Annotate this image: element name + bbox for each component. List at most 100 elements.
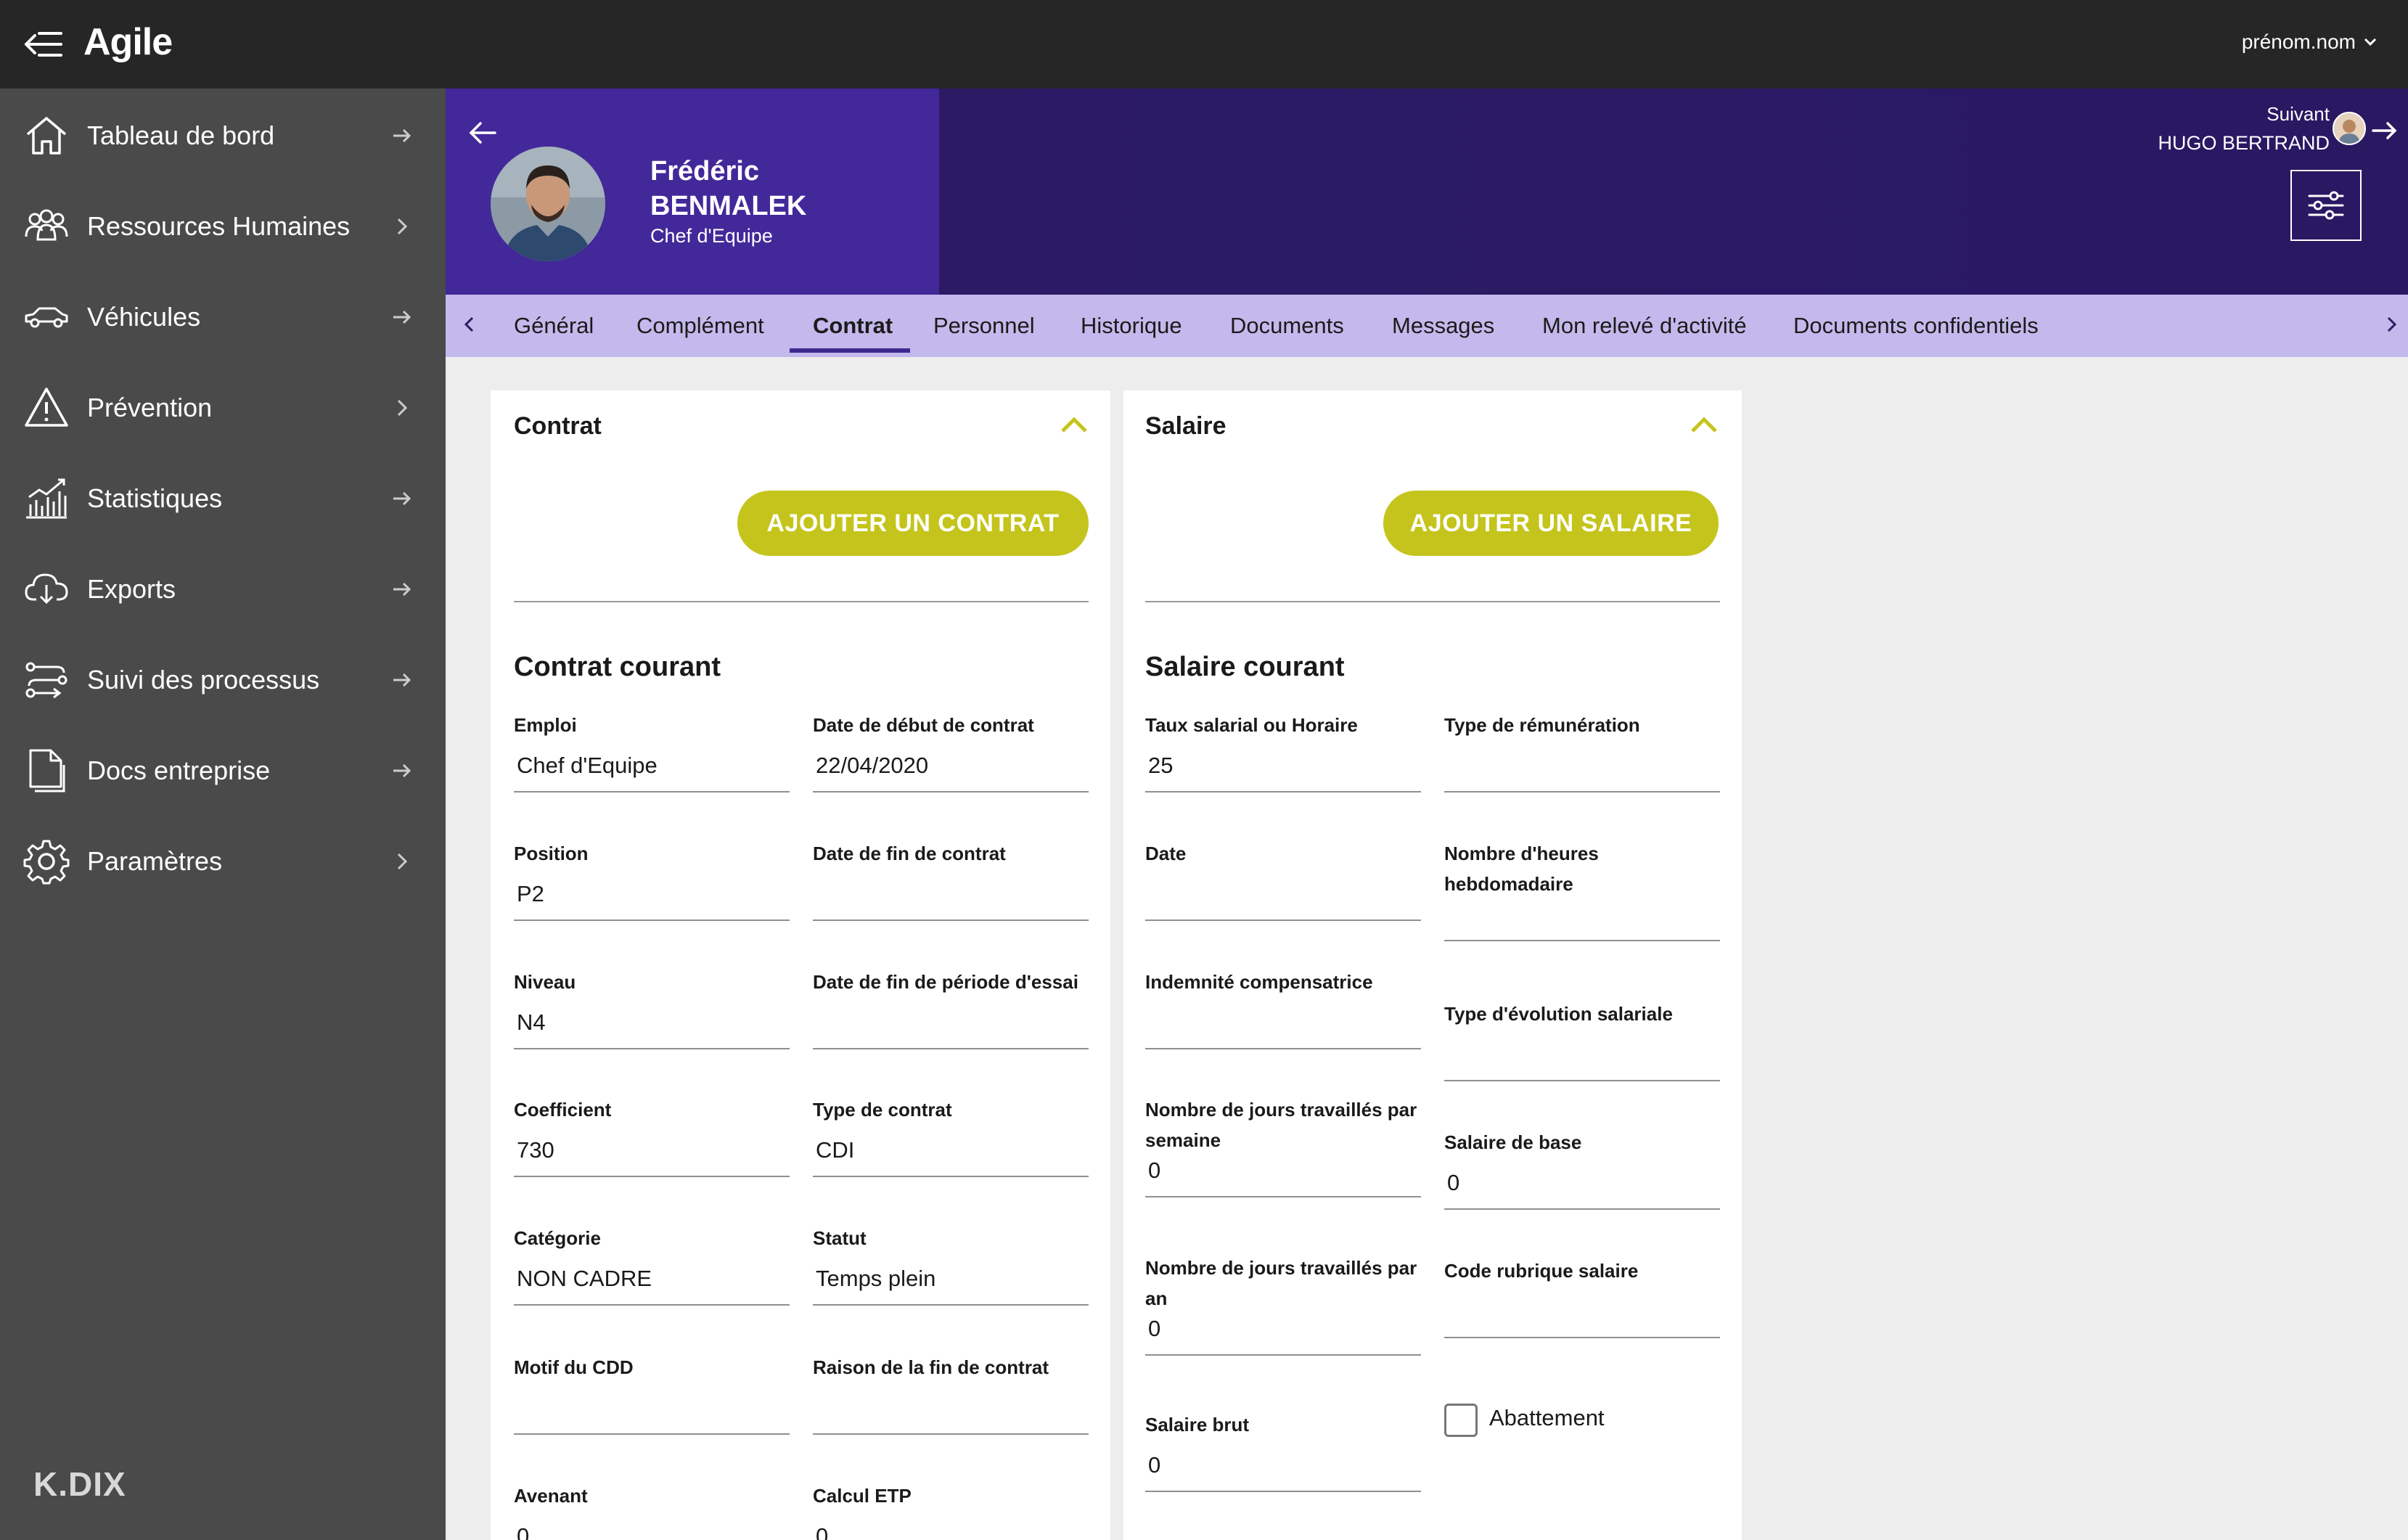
field-underline xyxy=(813,1176,1089,1177)
abattement-checkbox[interactable] xyxy=(1444,1404,1478,1437)
field-indemnite-compensatrice[interactable]: Indemnité compensatrice xyxy=(1145,967,1421,1049)
field-underline xyxy=(813,920,1089,921)
field-label: Taux salarial ou Horaire xyxy=(1145,714,1358,736)
tabs-scroll-right-icon[interactable] xyxy=(2380,314,2402,335)
field-categorie[interactable]: Catégorie NON CADRE xyxy=(514,1223,790,1306)
field-emploi[interactable]: Emploi Chef d'Equipe xyxy=(514,710,790,792)
field-underline xyxy=(514,1048,790,1049)
field-value xyxy=(1444,899,1720,930)
field-value xyxy=(813,1007,1089,1038)
field-position[interactable]: Position P2 xyxy=(514,838,790,921)
tab-general[interactable]: Général xyxy=(514,295,594,357)
field-raison-fin-contrat[interactable]: Raison de la fin de contrat xyxy=(813,1352,1089,1435)
tab-documents-confidentiels[interactable]: Documents confidentiels xyxy=(1793,295,2039,357)
field-label: Type d'évolution salariale xyxy=(1444,1003,1673,1025)
sidebar-item-tableau-de-bord[interactable]: Tableau de bord xyxy=(0,96,446,176)
field-motif-cdd[interactable]: Motif du CDD xyxy=(514,1352,790,1435)
field-label: Nombre de jours travaillés par semaine xyxy=(1145,1099,1417,1151)
sidebar-item-prevention[interactable]: Prévention xyxy=(0,368,446,448)
sidebar-item-docs-entreprise[interactable]: Docs entreprise xyxy=(0,731,446,811)
tab-messages[interactable]: Messages xyxy=(1392,295,1494,357)
divider xyxy=(514,601,1089,602)
sidebar-item-label: Suivi des processus xyxy=(87,665,320,695)
chevron-up-icon[interactable] xyxy=(1688,412,1720,438)
contrat-card: Contrat AJOUTER UN CONTRAT Contrat coura… xyxy=(491,390,1110,1540)
top-bar: Agile prénom.nom xyxy=(0,0,2408,89)
sidebar-item-label: Prévention xyxy=(87,393,213,422)
field-type-contrat[interactable]: Type de contrat CDI xyxy=(813,1094,1089,1177)
tabs-scroll-left-icon[interactable] xyxy=(459,314,480,335)
sidebar: Tableau de bord Ressources Humaines Véhi… xyxy=(0,89,446,1540)
field-label: Calcul ETP xyxy=(813,1485,912,1507)
field-calcul-etp[interactable]: Calcul ETP 0 xyxy=(813,1480,1089,1540)
user-menu[interactable]: prénom.nom xyxy=(2242,30,2378,54)
field-jours-an[interactable]: Nombre de jours travaillés par an 0 xyxy=(1145,1253,1421,1356)
field-date-debut[interactable]: Date de début de contrat 22/04/2020 xyxy=(813,710,1089,792)
field-value xyxy=(813,879,1089,909)
field-underline xyxy=(1145,1491,1421,1492)
field-avenant[interactable]: Avenant 0 xyxy=(514,1480,790,1540)
field-salaire-base[interactable]: Salaire de base 0 xyxy=(1444,1127,1720,1210)
sidebar-item-parametres[interactable]: Paramètres xyxy=(0,822,446,901)
chevron-down-icon xyxy=(2364,38,2377,46)
field-date-fin[interactable]: Date de fin de contrat xyxy=(813,838,1089,921)
field-type-remuneration[interactable]: Type de rémunération xyxy=(1444,710,1720,792)
sidebar-item-label: Tableau de bord xyxy=(87,120,275,150)
field-value xyxy=(1444,750,1720,781)
chart-icon xyxy=(26,478,67,519)
field-value xyxy=(1444,1039,1720,1070)
field-heures-hebdomadaire[interactable]: Nombre d'heures hebdomadaire xyxy=(1444,838,1720,941)
sidebar-item-statistiques[interactable]: Statistiques xyxy=(0,459,446,538)
field-underline xyxy=(514,791,790,792)
field-statut[interactable]: Statut Temps plein xyxy=(813,1223,1089,1306)
field-label: Date de fin de contrat xyxy=(813,843,1006,864)
field-code-rubrique-salaire[interactable]: Code rubrique salaire xyxy=(1444,1256,1720,1338)
tab-personnel[interactable]: Personnel xyxy=(933,295,1035,357)
tab-historique[interactable]: Historique xyxy=(1081,295,1182,357)
arrow-right-icon xyxy=(393,491,411,506)
field-underline xyxy=(1145,791,1421,792)
user-name: prénom.nom xyxy=(2241,30,2356,53)
field-label: Nombre de jours travaillés par an xyxy=(1145,1257,1417,1309)
field-value: 22/04/2020 xyxy=(816,753,929,778)
next-employee-avatar[interactable] xyxy=(2333,112,2366,145)
field-value: CDI xyxy=(816,1137,855,1163)
field-underline xyxy=(813,1433,1089,1435)
field-value: 0 xyxy=(1148,1316,1161,1341)
tab-complement[interactable]: Complément xyxy=(636,295,764,357)
chevron-right-icon xyxy=(397,399,408,417)
menu-back-icon[interactable] xyxy=(23,28,64,61)
sidebar-item-vehicules[interactable]: Véhicules xyxy=(0,277,446,357)
field-value: NON CADRE xyxy=(517,1266,652,1291)
add-salaire-button[interactable]: AJOUTER UN SALAIRE xyxy=(1383,491,1719,556)
gear-icon xyxy=(23,840,70,885)
field-fin-periode-essai[interactable]: Date de fin de période d'essai xyxy=(813,967,1089,1049)
field-underline xyxy=(813,1304,1089,1306)
add-contrat-button[interactable]: AJOUTER UN CONTRAT xyxy=(737,491,1089,556)
field-salaire-brut[interactable]: Salaire brut 0 xyxy=(1145,1409,1421,1492)
field-jours-semaine[interactable]: Nombre de jours travaillés par semaine 0 xyxy=(1145,1094,1421,1197)
sidebar-item-suivi-processus[interactable]: Suivi des processus xyxy=(0,640,446,720)
field-value: 730 xyxy=(517,1137,554,1163)
field-coefficient[interactable]: Coefficient 730 xyxy=(514,1094,790,1177)
field-label: Indemnité compensatrice xyxy=(1145,971,1373,993)
tab-documents[interactable]: Documents xyxy=(1230,295,1344,357)
sidebar-item-exports[interactable]: Exports xyxy=(0,549,446,629)
next-employee-name[interactable]: HUGO BERTRAND xyxy=(2158,132,2330,155)
filter-settings-button[interactable] xyxy=(2290,170,2362,241)
field-taux-salarial[interactable]: Taux salarial ou Horaire 25 xyxy=(1145,710,1421,792)
sidebar-item-label: Véhicules xyxy=(87,302,201,332)
contrat-card-title: Contrat xyxy=(514,412,602,440)
chevron-right-icon xyxy=(397,853,408,870)
next-arrow-icon[interactable] xyxy=(2370,116,2399,145)
chevron-up-icon[interactable] xyxy=(1058,412,1090,438)
field-value xyxy=(1145,879,1421,909)
field-niveau[interactable]: Niveau N4 xyxy=(514,967,790,1049)
sidebar-item-ressources-humaines[interactable]: Ressources Humaines xyxy=(0,187,446,266)
salaire-courant-title: Salaire courant xyxy=(1145,652,1345,682)
field-type-evolution-salariale[interactable]: Type d'évolution salariale xyxy=(1444,999,1720,1081)
field-date[interactable]: Date xyxy=(1145,838,1421,921)
tab-releve-activite[interactable]: Mon relevé d'activité xyxy=(1542,295,1747,357)
back-arrow-icon[interactable] xyxy=(466,116,499,150)
arrow-right-icon xyxy=(393,310,411,324)
